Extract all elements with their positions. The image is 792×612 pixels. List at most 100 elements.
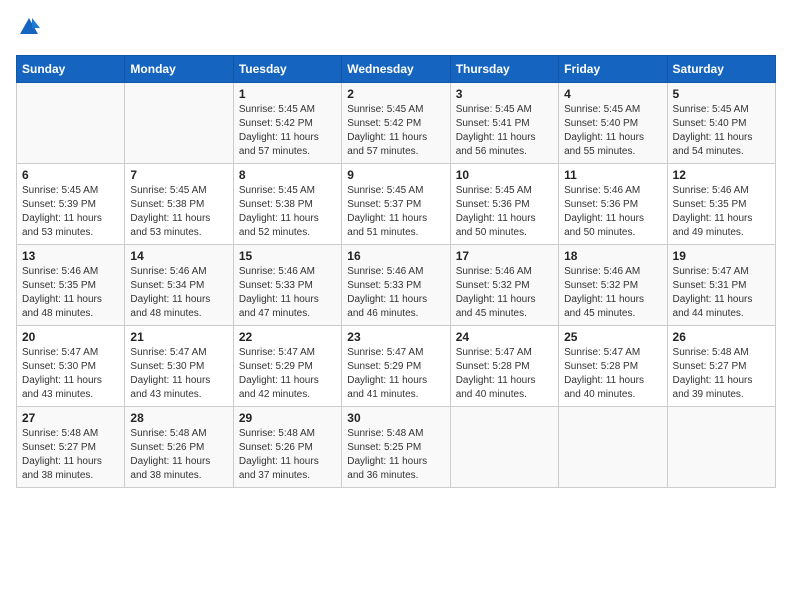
day-number: 4	[564, 87, 661, 101]
calendar-cell: 21 Sunrise: 5:47 AM Sunset: 5:30 PM Dayli…	[125, 326, 233, 407]
day-number: 1	[239, 87, 336, 101]
calendar-cell	[667, 407, 775, 488]
day-detail: Sunrise: 5:45 AM Sunset: 5:40 PM Dayligh…	[673, 103, 770, 159]
day-detail: Sunrise: 5:45 AM Sunset: 5:39 PM Dayligh…	[22, 184, 119, 240]
day-number: 27	[22, 411, 119, 425]
day-detail: Sunrise: 5:48 AM Sunset: 5:26 PM Dayligh…	[239, 427, 336, 483]
day-number: 6	[22, 168, 119, 182]
day-of-week-header: Saturday	[667, 56, 775, 83]
day-number: 20	[22, 330, 119, 344]
calendar-cell: 7 Sunrise: 5:45 AM Sunset: 5:38 PM Daylig…	[125, 164, 233, 245]
day-detail: Sunrise: 5:47 AM Sunset: 5:28 PM Dayligh…	[456, 346, 553, 402]
day-detail: Sunrise: 5:48 AM Sunset: 5:27 PM Dayligh…	[673, 346, 770, 402]
day-number: 22	[239, 330, 336, 344]
calendar-cell: 23 Sunrise: 5:47 AM Sunset: 5:29 PM Dayli…	[342, 326, 450, 407]
day-number: 23	[347, 330, 444, 344]
calendar-cell: 3 Sunrise: 5:45 AM Sunset: 5:41 PM Daylig…	[450, 83, 558, 164]
day-number: 13	[22, 249, 119, 263]
day-detail: Sunrise: 5:48 AM Sunset: 5:26 PM Dayligh…	[130, 427, 227, 483]
day-number: 9	[347, 168, 444, 182]
calendar-cell: 8 Sunrise: 5:45 AM Sunset: 5:38 PM Daylig…	[233, 164, 341, 245]
calendar-cell: 29 Sunrise: 5:48 AM Sunset: 5:26 PM Dayli…	[233, 407, 341, 488]
day-number: 7	[130, 168, 227, 182]
day-number: 8	[239, 168, 336, 182]
calendar-cell: 19 Sunrise: 5:47 AM Sunset: 5:31 PM Dayli…	[667, 245, 775, 326]
calendar-cell: 28 Sunrise: 5:48 AM Sunset: 5:26 PM Dayli…	[125, 407, 233, 488]
calendar-cell: 30Sunrise: 5:48 AM Sunset: 5:25 PM Dayli…	[342, 407, 450, 488]
calendar-cell: 11 Sunrise: 5:46 AM Sunset: 5:36 PM Dayli…	[559, 164, 667, 245]
calendar-cell: 27 Sunrise: 5:48 AM Sunset: 5:27 PM Dayli…	[17, 407, 125, 488]
header	[16, 16, 776, 43]
day-of-week-header: Friday	[559, 56, 667, 83]
calendar-cell: 5 Sunrise: 5:45 AM Sunset: 5:40 PM Daylig…	[667, 83, 775, 164]
calendar-table: SundayMondayTuesdayWednesdayThursdayFrid…	[16, 55, 776, 488]
day-of-week-header: Monday	[125, 56, 233, 83]
logo-icon	[18, 16, 40, 38]
day-detail: Sunrise: 5:48 AM Sunset: 5:27 PM Dayligh…	[22, 427, 119, 483]
day-detail: Sunrise: 5:47 AM Sunset: 5:28 PM Dayligh…	[564, 346, 661, 402]
day-of-week-header: Thursday	[450, 56, 558, 83]
calendar-cell	[450, 407, 558, 488]
day-number: 30	[347, 411, 444, 425]
calendar-week-row: 6 Sunrise: 5:45 AM Sunset: 5:39 PM Daylig…	[17, 164, 776, 245]
day-of-week-header: Tuesday	[233, 56, 341, 83]
calendar-cell: 14 Sunrise: 5:46 AM Sunset: 5:34 PM Dayli…	[125, 245, 233, 326]
calendar-cell: 26 Sunrise: 5:48 AM Sunset: 5:27 PM Dayli…	[667, 326, 775, 407]
day-detail: Sunrise: 5:46 AM Sunset: 5:33 PM Dayligh…	[347, 265, 444, 321]
day-number: 5	[673, 87, 770, 101]
calendar-cell: 4 Sunrise: 5:45 AM Sunset: 5:40 PM Daylig…	[559, 83, 667, 164]
day-detail: Sunrise: 5:46 AM Sunset: 5:36 PM Dayligh…	[564, 184, 661, 240]
calendar-cell: 10 Sunrise: 5:45 AM Sunset: 5:36 PM Dayli…	[450, 164, 558, 245]
day-detail: Sunrise: 5:46 AM Sunset: 5:32 PM Dayligh…	[564, 265, 661, 321]
day-detail: Sunrise: 5:45 AM Sunset: 5:42 PM Dayligh…	[347, 103, 444, 159]
day-detail: Sunrise: 5:47 AM Sunset: 5:29 PM Dayligh…	[347, 346, 444, 402]
day-number: 26	[673, 330, 770, 344]
day-detail: Sunrise: 5:45 AM Sunset: 5:40 PM Dayligh…	[564, 103, 661, 159]
day-detail: Sunrise: 5:45 AM Sunset: 5:36 PM Dayligh…	[456, 184, 553, 240]
day-of-week-header: Sunday	[17, 56, 125, 83]
day-detail: Sunrise: 5:47 AM Sunset: 5:31 PM Dayligh…	[673, 265, 770, 321]
day-of-week-header: Wednesday	[342, 56, 450, 83]
calendar-header-row: SundayMondayTuesdayWednesdayThursdayFrid…	[17, 56, 776, 83]
day-detail: Sunrise: 5:46 AM Sunset: 5:34 PM Dayligh…	[130, 265, 227, 321]
day-number: 28	[130, 411, 227, 425]
day-number: 24	[456, 330, 553, 344]
calendar-cell: 25 Sunrise: 5:47 AM Sunset: 5:28 PM Dayli…	[559, 326, 667, 407]
day-number: 16	[347, 249, 444, 263]
calendar-cell: 12Sunrise: 5:46 AM Sunset: 5:35 PM Dayli…	[667, 164, 775, 245]
day-detail: Sunrise: 5:45 AM Sunset: 5:38 PM Dayligh…	[239, 184, 336, 240]
day-number: 19	[673, 249, 770, 263]
day-detail: Sunrise: 5:45 AM Sunset: 5:37 PM Dayligh…	[347, 184, 444, 240]
day-detail: Sunrise: 5:45 AM Sunset: 5:38 PM Dayligh…	[130, 184, 227, 240]
day-number: 29	[239, 411, 336, 425]
day-detail: Sunrise: 5:45 AM Sunset: 5:41 PM Dayligh…	[456, 103, 553, 159]
day-number: 21	[130, 330, 227, 344]
day-detail: Sunrise: 5:47 AM Sunset: 5:30 PM Dayligh…	[130, 346, 227, 402]
calendar-cell: 22 Sunrise: 5:47 AM Sunset: 5:29 PM Dayli…	[233, 326, 341, 407]
day-number: 25	[564, 330, 661, 344]
day-detail: Sunrise: 5:45 AM Sunset: 5:42 PM Dayligh…	[239, 103, 336, 159]
day-detail: Sunrise: 5:47 AM Sunset: 5:30 PM Dayligh…	[22, 346, 119, 402]
logo-text	[16, 16, 40, 43]
day-number: 17	[456, 249, 553, 263]
calendar-cell	[559, 407, 667, 488]
day-number: 11	[564, 168, 661, 182]
day-number: 14	[130, 249, 227, 263]
day-number: 12	[673, 168, 770, 182]
day-detail: Sunrise: 5:47 AM Sunset: 5:29 PM Dayligh…	[239, 346, 336, 402]
day-number: 3	[456, 87, 553, 101]
calendar-cell: 2Sunrise: 5:45 AM Sunset: 5:42 PM Daylig…	[342, 83, 450, 164]
calendar-cell: 6 Sunrise: 5:45 AM Sunset: 5:39 PM Daylig…	[17, 164, 125, 245]
calendar-cell: 18Sunrise: 5:46 AM Sunset: 5:32 PM Dayli…	[559, 245, 667, 326]
day-number: 10	[456, 168, 553, 182]
calendar-cell	[125, 83, 233, 164]
day-detail: Sunrise: 5:46 AM Sunset: 5:32 PM Dayligh…	[456, 265, 553, 321]
calendar-cell	[17, 83, 125, 164]
calendar-cell: 15Sunrise: 5:46 AM Sunset: 5:33 PM Dayli…	[233, 245, 341, 326]
calendar-cell: 20 Sunrise: 5:47 AM Sunset: 5:30 PM Dayli…	[17, 326, 125, 407]
calendar-cell: 1 Sunrise: 5:45 AM Sunset: 5:42 PM Daylig…	[233, 83, 341, 164]
calendar-cell: 24 Sunrise: 5:47 AM Sunset: 5:28 PM Dayli…	[450, 326, 558, 407]
logo	[16, 16, 40, 43]
calendar-cell: 17 Sunrise: 5:46 AM Sunset: 5:32 PM Dayli…	[450, 245, 558, 326]
day-detail: Sunrise: 5:46 AM Sunset: 5:33 PM Dayligh…	[239, 265, 336, 321]
